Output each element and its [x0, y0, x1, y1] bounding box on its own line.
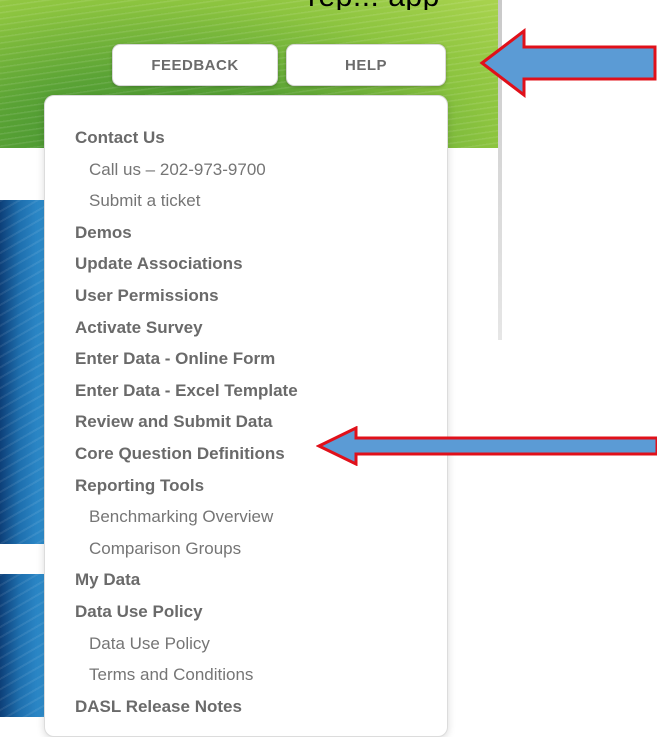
feedback-button[interactable]: FEEDBACK	[112, 44, 278, 86]
annotation-arrow-core-question	[316, 426, 657, 466]
menu-subitem[interactable]: Terms and Conditions	[75, 659, 298, 691]
menu-subitem[interactable]: Comparison Groups	[75, 533, 298, 565]
menu-item[interactable]: Update Associations	[75, 248, 298, 280]
annotation-arrow-help	[479, 28, 657, 98]
menu-list: Contact Us Call us – 202-973-9700 Submit a…	[75, 122, 298, 722]
menu-item[interactable]: Enter Data - Online Form	[75, 343, 298, 375]
menu-item[interactable]: Data Use Policy	[75, 596, 298, 628]
help-button[interactable]: HELP	[286, 44, 446, 86]
clipped-heading-text: rep... app	[308, 0, 440, 10]
menu-item[interactable]: Review and Submit Data	[75, 406, 298, 438]
menu-subitem[interactable]: Submit a ticket	[75, 185, 298, 217]
menu-item[interactable]: Enter Data - Excel Template	[75, 375, 298, 407]
side-image-panel	[0, 200, 44, 544]
menu-item[interactable]: Activate Survey	[75, 312, 298, 344]
side-image-panel-lower	[0, 574, 44, 717]
clipped-heading: rep... app	[0, 0, 657, 10]
menu-subitem[interactable]: Data Use Policy	[75, 628, 298, 660]
menu-item[interactable]: Core Question Definitions	[75, 438, 298, 470]
menu-subitem[interactable]: Benchmarking Overview	[75, 501, 298, 533]
menu-item[interactable]: DASL Release Notes	[75, 691, 298, 723]
menu-item[interactable]: User Permissions	[75, 280, 298, 312]
menu-item[interactable]: Contact Us	[75, 122, 298, 154]
menu-item[interactable]: Reporting Tools	[75, 470, 298, 502]
help-dropdown-menu: Contact Us Call us – 202-973-9700 Submit a…	[44, 95, 448, 737]
menu-item[interactable]: My Data	[75, 564, 298, 596]
menu-subitem[interactable]: Call us – 202-973-9700	[75, 154, 298, 186]
menu-item[interactable]: Demos	[75, 217, 298, 249]
